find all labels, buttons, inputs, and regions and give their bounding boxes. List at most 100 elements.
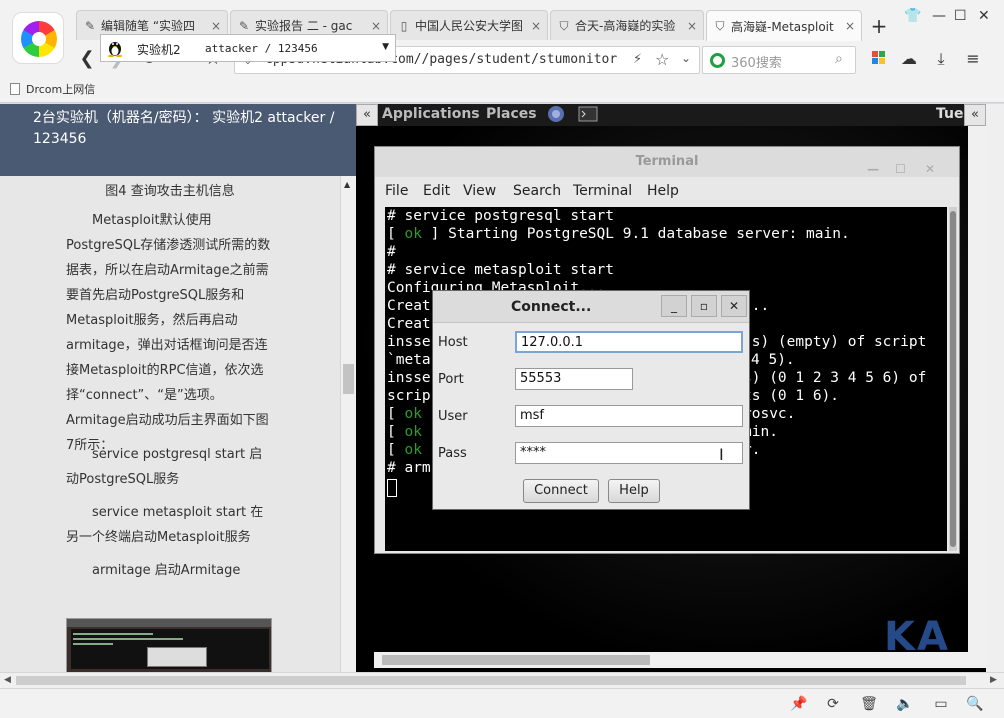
close-icon[interactable]: × — [371, 19, 381, 33]
terminal-line: (s) (empty) of script — [743, 334, 927, 350]
menu-file[interactable]: File — [385, 183, 408, 199]
window-icon[interactable]: ▭ — [932, 695, 950, 713]
command-step: service postgresql start 启动PostgreSQL服务 — [66, 447, 263, 487]
maximize-icon[interactable]: ☐ — [954, 8, 967, 24]
shield-icon: ⛉ — [715, 19, 725, 33]
new-tab-button[interactable]: + — [868, 14, 890, 38]
close-icon[interactable]: × — [687, 19, 697, 33]
maximize-icon[interactable]: ▫ — [691, 295, 717, 317]
tab-label: 合天-高海嶷的实验 — [575, 19, 676, 33]
places-menu[interactable]: Places — [486, 106, 537, 122]
scroll-right-icon[interactable]: ▶ — [990, 675, 997, 685]
page-icon: ▯ — [400, 18, 408, 33]
pen-icon: ✎ — [238, 18, 250, 33]
terminal-line: `meta — [387, 352, 431, 368]
figure-thumbnail[interactable] — [66, 618, 272, 672]
gnome-top-panel: Applications Places Tue — [356, 104, 986, 126]
tab-2[interactable]: ▯ 中国人民公安大学图 × — [390, 10, 548, 40]
maximize-icon[interactable]: ☐ — [895, 154, 906, 184]
minimize-icon[interactable]: — — [867, 154, 879, 184]
menu-help[interactable]: Help — [647, 183, 679, 199]
scrollbar-thumb[interactable] — [343, 364, 354, 394]
download-icon[interactable]: ⤓ — [930, 48, 952, 70]
scroll-up-icon[interactable]: ▲ — [344, 180, 350, 189]
bookmark-star-icon[interactable]: ☆ — [655, 50, 669, 69]
apps-icon[interactable] — [872, 51, 885, 64]
page-horizontal-scrollbar[interactable]: ◀ ▶ — [0, 672, 1004, 688]
terminal-line: s) (0 1 2 3 4 5 6) of — [743, 370, 927, 386]
menu-view[interactable]: View — [463, 183, 496, 199]
minimize-icon[interactable]: — — [932, 8, 946, 24]
vm-select-dropdown[interactable]: 实验机2 attacker / 123456 ▼ — [100, 34, 396, 62]
terminal-line: scrip — [387, 388, 431, 404]
close-icon[interactable]: × — [531, 19, 541, 33]
menu-edit[interactable]: Edit — [423, 183, 450, 199]
vm-credentials: attacker / 123456 — [205, 42, 318, 55]
terminal-line: [ ok — [387, 406, 422, 422]
minimize-icon[interactable]: _ — [661, 295, 687, 317]
scroll-left-icon[interactable]: ◀ — [4, 675, 11, 685]
menu-search[interactable]: Search — [513, 183, 561, 199]
close-window-icon[interactable]: ✕ — [978, 8, 990, 24]
scrollbar-thumb[interactable] — [382, 655, 650, 665]
back-icon[interactable]: ❮ — [76, 48, 98, 70]
text-cursor-icon: I — [719, 445, 724, 464]
collapse-panel-icon[interactable]: « — [356, 104, 378, 126]
refresh-speed-icon[interactable]: ⟳ — [824, 695, 842, 713]
terminal-title: Terminal — [635, 154, 699, 169]
close-icon[interactable]: × — [845, 19, 855, 33]
bookmark-item[interactable]: Drcom上网信 — [10, 81, 95, 97]
search-icon[interactable]: ⌕ — [835, 51, 843, 67]
linux-tux-icon — [108, 42, 122, 57]
terminal-titlebar[interactable]: Terminal — ☐ ✕ — [375, 147, 959, 177]
tab-label: 编辑随笔 “实验四 — [101, 19, 196, 33]
article-content: 图4 查询攻击主机信息 Metasploit默认使用PostgreSQL存储渗透… — [0, 176, 340, 672]
right-gutter — [986, 104, 1004, 672]
shield-icon: ⛉ — [559, 18, 569, 33]
search-engine-logo-icon — [710, 53, 725, 68]
expand-panel-icon[interactable]: « — [964, 104, 986, 126]
bookmark-label: Drcom上网信 — [26, 83, 96, 96]
remote-horizontal-scrollbar[interactable] — [374, 652, 968, 668]
search-placeholder: 360搜索 — [731, 56, 782, 71]
skin-icon[interactable]: 👕 — [904, 8, 921, 24]
chevron-down-icon[interactable]: ⌄ — [681, 51, 691, 65]
search-box[interactable]: 360搜索 ⌕ — [702, 46, 856, 74]
figure-caption: 图4 查询攻击主机信息 — [105, 184, 235, 199]
tab-4-active[interactable]: ⛉ 高海嶷-Metasploit × — [706, 10, 862, 41]
menu-icon[interactable]: ≡ — [962, 48, 984, 70]
dialog-titlebar[interactable]: Connect... _ ▫ ✕ — [433, 291, 749, 323]
help-button[interactable]: Help — [608, 479, 660, 503]
chevron-down-icon[interactable]: ▼ — [382, 42, 389, 52]
pin-icon[interactable]: 📌 — [790, 695, 808, 713]
article-scrollbar[interactable]: ▲ — [340, 176, 356, 672]
page-icon — [10, 83, 20, 95]
close-icon[interactable]: ✕ — [721, 295, 747, 317]
close-icon[interactable]: × — [211, 19, 221, 33]
trash-icon[interactable]: 🗑 — [860, 695, 878, 713]
command-step: armitage 启动Armitage — [92, 563, 241, 578]
close-icon[interactable]: ✕ — [925, 154, 935, 184]
terminal-line: Creat — [387, 316, 431, 332]
volume-icon[interactable]: 🔈 — [896, 695, 914, 713]
host-field[interactable]: 127.0.0.1 — [515, 331, 743, 353]
connect-button[interactable]: Connect — [523, 479, 599, 503]
pass-field[interactable]: **** — [515, 442, 743, 464]
terminal-launcher-icon[interactable] — [578, 105, 598, 123]
cloud-icon[interactable]: ☁ — [898, 48, 920, 70]
applications-menu[interactable]: Applications — [382, 106, 480, 122]
speed-mode-icon[interactable]: ⚡ — [633, 52, 642, 67]
browser-launcher-icon[interactable] — [546, 105, 566, 123]
terminal-scrollbar[interactable] — [949, 207, 957, 551]
zoom-icon[interactable]: 🔍 — [966, 695, 984, 713]
scrollbar-thumb[interactable] — [16, 676, 966, 685]
article-paragraph: Metasploit默认使用PostgreSQL存储渗透测试所需的数据表，所以在… — [66, 213, 271, 453]
connect-dialog[interactable]: Connect... _ ▫ ✕ Host 127.0.0.1 Port 555… — [432, 290, 750, 510]
remote-vertical-scrollbar[interactable] — [968, 126, 986, 668]
user-field[interactable]: msf — [515, 405, 743, 427]
tab-3[interactable]: ⛉ 合天-高海嶷的实验 × — [550, 10, 704, 40]
remote-desktop-viewer[interactable]: Applications Places Tue KA Terminal — ☐ … — [356, 104, 986, 672]
menu-terminal[interactable]: Terminal — [573, 183, 632, 199]
scrollbar-thumb[interactable] — [950, 211, 956, 547]
port-field[interactable]: 55553 — [515, 368, 633, 390]
